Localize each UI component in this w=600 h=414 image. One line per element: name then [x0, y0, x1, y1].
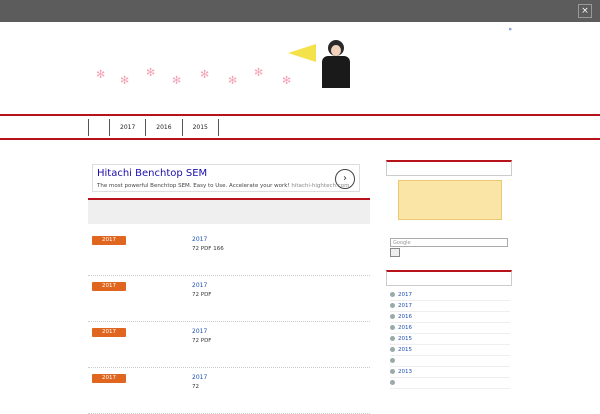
snowflake-icon: ✻ [200, 68, 210, 81]
nav-item-2016[interactable]: 2016 [146, 119, 183, 136]
category-badge[interactable]: 2017 [92, 282, 126, 291]
nav-top-rule [0, 114, 600, 116]
main-nav: 2017 2016 2015 [88, 119, 219, 136]
snowflake-decoration: ✻ ✻ ✻ ✻ ✻ ✻ ✻ ✻ [92, 66, 312, 88]
megaphone-icon [288, 44, 316, 62]
post-excerpt: 72 PDF [192, 338, 212, 344]
post-title-link[interactable]: 2017 [192, 236, 207, 243]
archive-item-label: 2017 [398, 292, 412, 298]
archive-item-label: 2015 [398, 347, 412, 353]
archive-item[interactable]: 2017 [390, 290, 510, 301]
nav-item-home[interactable] [88, 119, 110, 136]
archive-item[interactable]: 2015 [390, 345, 510, 356]
post-excerpt: 72 PDF [192, 292, 212, 298]
category-badge[interactable]: 2017 [92, 374, 126, 383]
category-badge[interactable]: 2017 [92, 328, 126, 337]
list-item: 2017 2017 72 PDF [88, 324, 370, 368]
cookie-consent-bar [0, 0, 600, 22]
ad-title[interactable]: Hitachi Benchtop SEM [97, 168, 207, 179]
bullet-icon [390, 292, 395, 297]
list-item: 2017 2017 72 PDF [88, 278, 370, 322]
bullet-icon [390, 336, 395, 341]
archive-item[interactable]: 2016 [390, 312, 510, 323]
header-banner[interactable]: ✻ ✻ ✻ ✻ ✻ ✻ ✻ ✻ [92, 38, 370, 88]
snowflake-icon: ✻ [120, 74, 130, 87]
snowflake-icon: ✻ [96, 68, 106, 81]
post-title-link[interactable]: 2017 [192, 282, 207, 289]
post-excerpt: 72 [192, 384, 199, 390]
snowflake-icon: ✻ [254, 66, 264, 79]
snowflake-icon: ✻ [228, 74, 238, 87]
archive-item[interactable]: 2013 [390, 367, 510, 378]
search-input[interactable]: Google [390, 238, 508, 247]
sidebar-archive-heading [386, 270, 512, 286]
archive-item-label: 2015 [398, 336, 412, 342]
snowflake-icon: ✻ [172, 74, 182, 87]
bullet-icon [390, 380, 395, 385]
archive-item-label: 2017 [398, 303, 412, 309]
sidebar-links-heading [386, 160, 512, 176]
ad-description: The most powerful Benchtop SEM. Easy to … [97, 183, 290, 189]
nav-item-2015[interactable]: 2015 [182, 119, 219, 136]
post-title-link[interactable]: 2017 [192, 328, 207, 335]
archive-item-label: 2016 [398, 325, 412, 331]
bullet-icon [390, 347, 395, 352]
snowflake-icon: ✻ [146, 66, 156, 79]
bullet-icon [390, 314, 395, 319]
arrow-icon: » [508, 26, 512, 33]
chevron-right-icon[interactable]: › [335, 169, 355, 189]
archive-item-label: 2016 [398, 314, 412, 320]
bullet-icon [390, 325, 395, 330]
archive-item[interactable]: 2016 [390, 323, 510, 334]
ad-text: The most powerful Benchtop SEM. Easy to … [97, 183, 349, 189]
list-item: 2017 2017 72 [88, 370, 370, 414]
post-excerpt: 72 PDF 166 [192, 246, 224, 252]
archive-item[interactable] [390, 356, 510, 367]
search-button[interactable] [390, 248, 400, 257]
archive-item[interactable] [390, 378, 510, 389]
archive-item[interactable]: 2015 [390, 334, 510, 345]
bullet-icon [390, 358, 395, 363]
top-right-link[interactable]: » [508, 26, 514, 33]
nav-item-2017[interactable]: 2017 [110, 119, 147, 136]
snowflake-icon: ✻ [282, 74, 292, 87]
list-item: 2017 2017 72 PDF 166 [88, 232, 370, 276]
archive-item-label: 2013 [398, 369, 412, 375]
post-title-link[interactable]: 2017 [192, 374, 207, 381]
section-title [88, 198, 370, 224]
bullet-icon [390, 369, 395, 374]
nav-bottom-rule [0, 138, 600, 140]
ad-unit[interactable]: Hitachi Benchtop SEM The most powerful B… [92, 164, 360, 192]
category-badge[interactable]: 2017 [92, 236, 126, 245]
close-icon[interactable]: × [578, 4, 592, 18]
sidebar-banner[interactable] [398, 180, 502, 220]
archive-item[interactable]: 2017 [390, 301, 510, 312]
girl-illustration [316, 40, 352, 88]
bullet-icon [390, 303, 395, 308]
banner-title [98, 42, 288, 62]
